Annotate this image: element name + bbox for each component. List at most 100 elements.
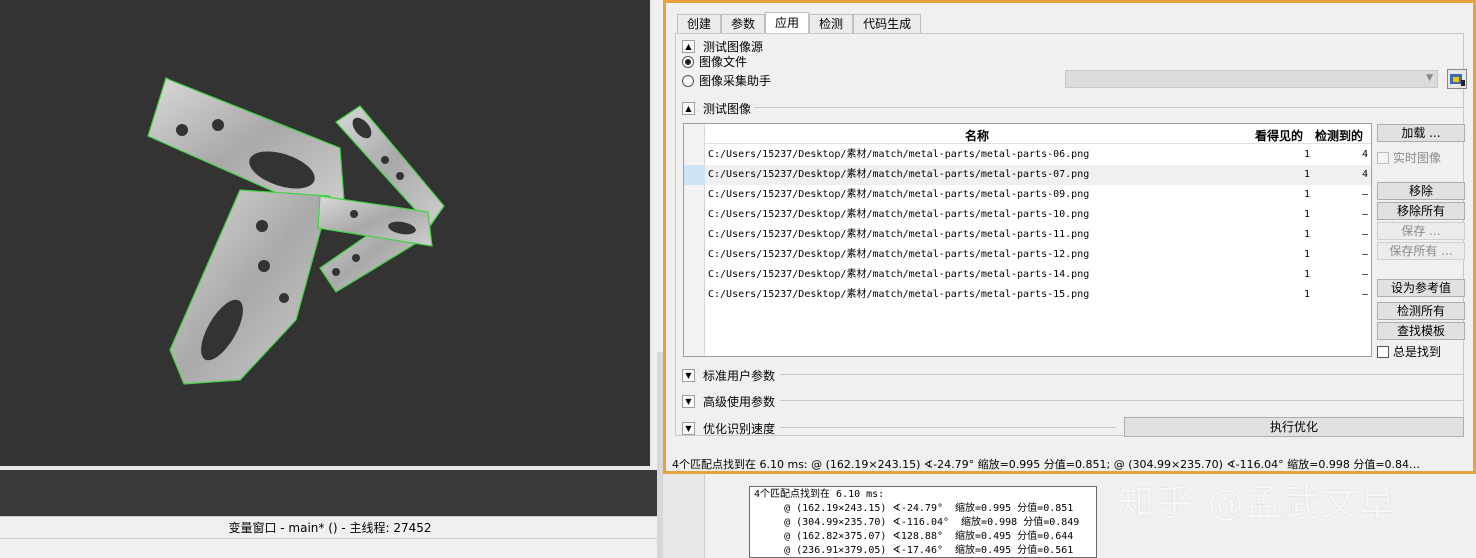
row-detected: – — [1361, 189, 1368, 200]
image-canvas[interactable] — [0, 0, 652, 470]
find-model-button[interactable]: 查找模板 — [1377, 322, 1465, 340]
row-seen: 1 — [1303, 249, 1310, 260]
table-row[interactable]: C:/Users/15237/Desktop/素材/match/metal-pa… — [684, 285, 1371, 305]
row-path: C:/Users/15237/Desktop/素材/match/metal-pa… — [708, 169, 1090, 180]
column-detected[interactable]: 检测到的 — [1315, 127, 1363, 144]
row-path: C:/Users/15237/Desktop/素材/match/metal-pa… — [708, 149, 1090, 160]
save-button[interactable]: 保存 ... — [1377, 222, 1465, 240]
watermark: 知乎 @孟武文阜 — [1118, 483, 1398, 524]
tab-create[interactable]: 创建 — [677, 14, 722, 34]
tooltip-line: @ (304.99×235.70) ∢-116.04° 缩放=0.998 分值=… — [754, 517, 1080, 528]
row-marker — [684, 285, 705, 305]
section-divider — [780, 427, 1116, 428]
always-find-checkbox[interactable]: 总是找到 — [1377, 343, 1441, 360]
row-detected: – — [1361, 249, 1368, 260]
advanced-params-header[interactable]: ▼ 高级使用参数 — [682, 393, 775, 410]
row-detected: 4 — [1361, 169, 1368, 180]
row-path: C:/Users/15237/Desktop/素材/match/metal-pa… — [708, 189, 1090, 200]
expand-icon[interactable]: ▼ — [682, 369, 695, 382]
status-strip — [0, 538, 660, 558]
remove-all-button[interactable]: 移除所有 — [1377, 202, 1465, 220]
checkbox-icon[interactable] — [1377, 345, 1389, 358]
row-detected: 4 — [1361, 149, 1368, 160]
tooltip-line: @ (162.82×375.07) ∢128.88° 缩放=0.495 分值=0… — [754, 531, 1074, 542]
table-row[interactable]: C:/Users/15237/Desktop/素材/match/metal-pa… — [684, 165, 1371, 185]
images-section-header[interactable]: ▲ 测试图像 — [682, 100, 751, 117]
camera-icon — [1450, 74, 1465, 86]
table-row[interactable]: C:/Users/15237/Desktop/素材/match/metal-pa… — [684, 225, 1371, 245]
table-row[interactable]: C:/Users/15237/Desktop/素材/match/metal-pa… — [684, 145, 1371, 165]
live-image-checkbox[interactable]: 实时图像 — [1377, 149, 1441, 166]
variable-area — [0, 470, 660, 516]
tab-apply[interactable]: 应用 — [765, 12, 810, 34]
image-list[interactable]: 名称 看得见的 检测到的 C:/Users/15237/Desktop/素材/m… — [683, 123, 1372, 357]
app-window: 变量窗口 - main* () - 主线程: 27452 创建 参数 应用 检测… — [0, 0, 1476, 558]
tooltip-line: @ (236.91×379.05) ∢-17.46° 缩放=0.495 分值=0… — [754, 545, 1074, 556]
row-marker — [684, 245, 705, 265]
row-seen: 1 — [1303, 209, 1310, 220]
tooltip-line: 4个匹配点找到在 6.10 ms: — [754, 489, 885, 500]
save-all-button[interactable]: 保存所有 ... — [1377, 242, 1465, 260]
row-detected: – — [1361, 209, 1368, 220]
row-detected: – — [1361, 229, 1368, 240]
radio-acquisition[interactable]: 图像采集助手 — [682, 72, 771, 89]
row-marker — [684, 185, 705, 205]
graphics-window: 变量窗口 - main* () - 主线程: 27452 — [0, 0, 660, 558]
section-divider — [754, 107, 1464, 108]
run-optimization-button[interactable]: 执行优化 — [1124, 417, 1464, 437]
live-image-label: 实时图像 — [1393, 151, 1442, 165]
metal-parts-image — [147, 77, 445, 385]
table-row[interactable]: C:/Users/15237/Desktop/素材/match/metal-pa… — [684, 185, 1371, 205]
table-row[interactable]: C:/Users/15237/Desktop/素材/match/metal-pa… — [684, 265, 1371, 285]
side-strip — [663, 474, 705, 558]
column-name[interactable]: 名称 — [965, 127, 989, 144]
radio-image-file[interactable]: 图像文件 — [682, 53, 747, 70]
radio-icon[interactable] — [682, 74, 694, 87]
load-button[interactable]: 加载 ... — [1377, 124, 1465, 142]
set-reference-button[interactable]: 设为参考值 — [1377, 279, 1465, 297]
table-row[interactable]: C:/Users/15237/Desktop/素材/match/metal-pa… — [684, 245, 1371, 265]
always-find-label: 总是找到 — [1393, 345, 1442, 359]
advanced-params-title: 高级使用参数 — [703, 395, 776, 409]
tab-codegen[interactable]: 代码生成 — [853, 14, 922, 34]
expand-icon[interactable]: ▼ — [682, 395, 695, 408]
row-marker — [684, 205, 705, 225]
acquisition-settings-button[interactable] — [1447, 69, 1467, 89]
remove-button[interactable]: 移除 — [1377, 182, 1465, 200]
tooltip-line: @ (162.19×243.15) ∢-24.79° 缩放=0.995 分值=0… — [754, 503, 1074, 514]
column-seen[interactable]: 看得见的 — [1255, 127, 1303, 144]
tab-params[interactable]: 参数 — [721, 14, 766, 34]
checkbox-icon[interactable] — [1377, 151, 1389, 164]
table-row[interactable]: C:/Users/15237/Desktop/素材/match/metal-pa… — [684, 205, 1371, 225]
tab-inspect[interactable]: 检测 — [809, 14, 854, 34]
radio-icon[interactable] — [682, 55, 694, 68]
collapse-icon[interactable]: ▲ — [682, 102, 695, 115]
row-path: C:/Users/15237/Desktop/素材/match/metal-pa… — [708, 229, 1090, 240]
collapse-icon[interactable]: ▲ — [682, 40, 695, 53]
row-seen: 1 — [1303, 269, 1310, 280]
row-seen: 1 — [1303, 169, 1310, 180]
row-path: C:/Users/15237/Desktop/素材/match/metal-pa… — [708, 209, 1090, 220]
tab-bar: 创建 参数 应用 检测 代码生成 — [677, 12, 922, 34]
row-seen: 1 — [1303, 289, 1310, 300]
row-detected: – — [1361, 289, 1368, 300]
row-detected: – — [1361, 269, 1368, 280]
match-result-tooltip: 4个匹配点找到在 6.10 ms: @ (162.19×243.15) ∢-24… — [749, 486, 1097, 558]
expand-icon[interactable]: ▼ — [682, 422, 695, 435]
radio-acquisition-label: 图像采集助手 — [699, 74, 772, 88]
row-seen: 1 — [1303, 229, 1310, 240]
row-marker — [684, 265, 705, 285]
detect-all-button[interactable]: 检测所有 — [1377, 302, 1465, 320]
acquisition-combo[interactable]: ▼ — [1065, 70, 1438, 88]
row-seen: 1 — [1303, 149, 1310, 160]
match-result-text: 4个匹配点找到在 6.10 ms: @ (162.19×243.15) ∢-24… — [672, 458, 1421, 471]
standard-params-header[interactable]: ▼ 标准用户参数 — [682, 367, 775, 384]
images-section-title: 测试图像 — [703, 102, 752, 116]
row-marker — [684, 145, 705, 165]
radio-image-file-label: 图像文件 — [699, 55, 748, 69]
row-path: C:/Users/15237/Desktop/素材/match/metal-pa… — [708, 249, 1090, 260]
metal-part-large-2 — [169, 189, 331, 385]
row-marker — [684, 225, 705, 245]
optimize-header[interactable]: ▼ 优化识别速度 — [682, 420, 775, 437]
apply-tab-body: ▲ 测试图像源 图像文件 图像采集助手 ▼ ▲ 测试图像 名称 看得见的 检测到… — [675, 33, 1467, 437]
